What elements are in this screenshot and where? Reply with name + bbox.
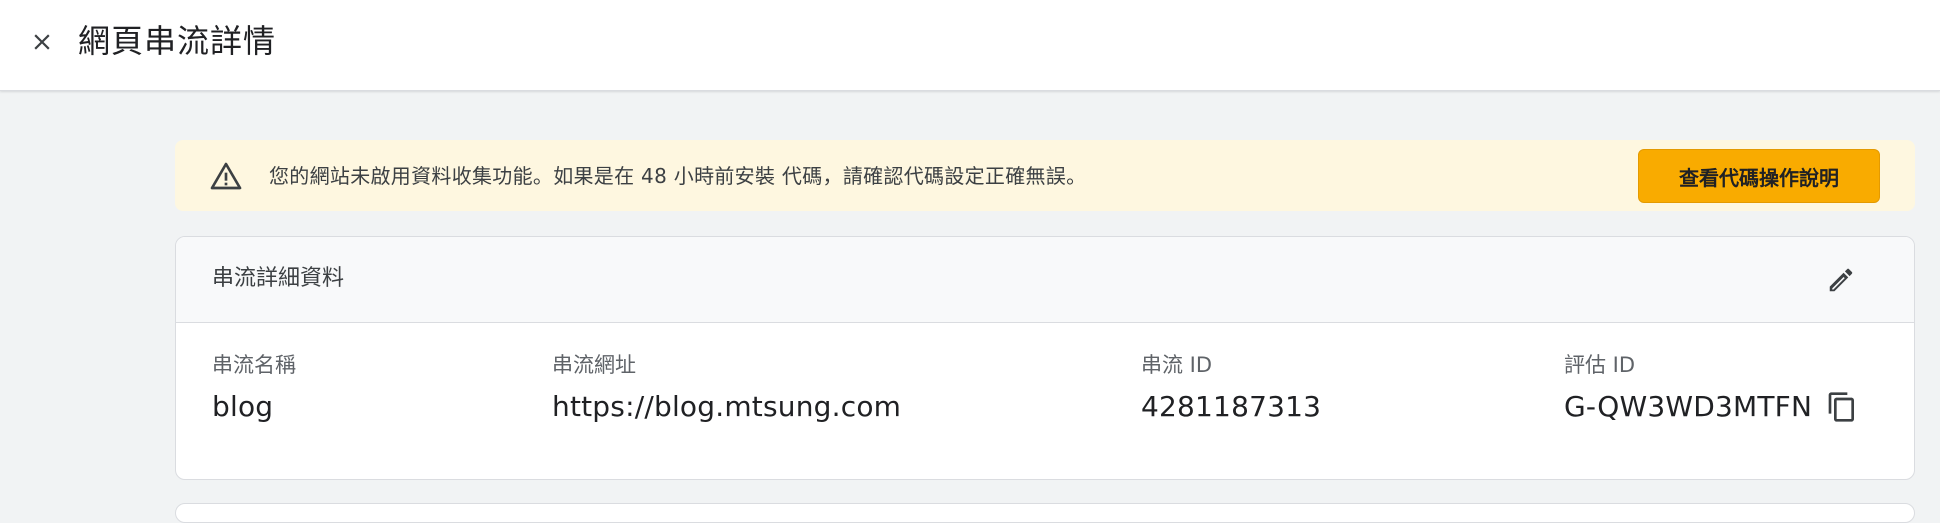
page-title: 網頁串流詳情 — [78, 22, 277, 60]
measurement-id-label: 評估 ID — [1564, 353, 1636, 377]
stream-name-value: blog — [212, 390, 274, 423]
copy-measurement-id-button[interactable] — [1822, 387, 1862, 427]
data-collection-warning-banner: 您的網站未啟用資料收集功能。如果是在 48 小時前安裝 代碼，請確認代碼設定正確… — [175, 140, 1915, 211]
warning-icon — [210, 162, 242, 190]
card-header: 串流詳細資料 — [176, 237, 1914, 323]
card-title: 串流詳細資料 — [212, 266, 345, 291]
stream-name-field: 串流名稱 blog — [212, 351, 296, 425]
banner-message: 您的網站未啟用資料收集功能。如果是在 48 小時前安裝 代碼，請確認代碼設定正確… — [269, 164, 1087, 188]
stream-details-card: 串流詳細資料 串流名稱 blog 串流網址 https://blog.mtsun… — [175, 236, 1915, 480]
stream-url-label: 串流網址 — [552, 353, 636, 377]
close-icon — [34, 34, 50, 50]
stream-id-field: 串流 ID 4281187313 — [1141, 351, 1321, 425]
next-card-edge — [175, 503, 1915, 523]
stream-url-value: https://blog.mtsung.com — [552, 390, 902, 423]
stream-id-value: 4281187313 — [1141, 390, 1322, 423]
stream-name-label: 串流名稱 — [212, 353, 296, 377]
close-button[interactable] — [22, 22, 62, 62]
view-tag-instructions-button[interactable]: 查看代碼操作說明 — [1638, 149, 1880, 203]
measurement-id-field: 評估 ID G-QW3WD3MTFN — [1564, 351, 1812, 425]
stream-id-label: 串流 ID — [1141, 353, 1213, 377]
edit-button[interactable] — [1821, 260, 1861, 300]
copy-icon — [1828, 392, 1854, 422]
edit-pencil-icon — [1829, 268, 1853, 292]
measurement-id-value: G-QW3WD3MTFN — [1564, 390, 1813, 423]
stream-url-field: 串流網址 https://blog.mtsung.com — [552, 351, 901, 425]
top-app-bar: 網頁串流詳情 — [0, 0, 1940, 91]
